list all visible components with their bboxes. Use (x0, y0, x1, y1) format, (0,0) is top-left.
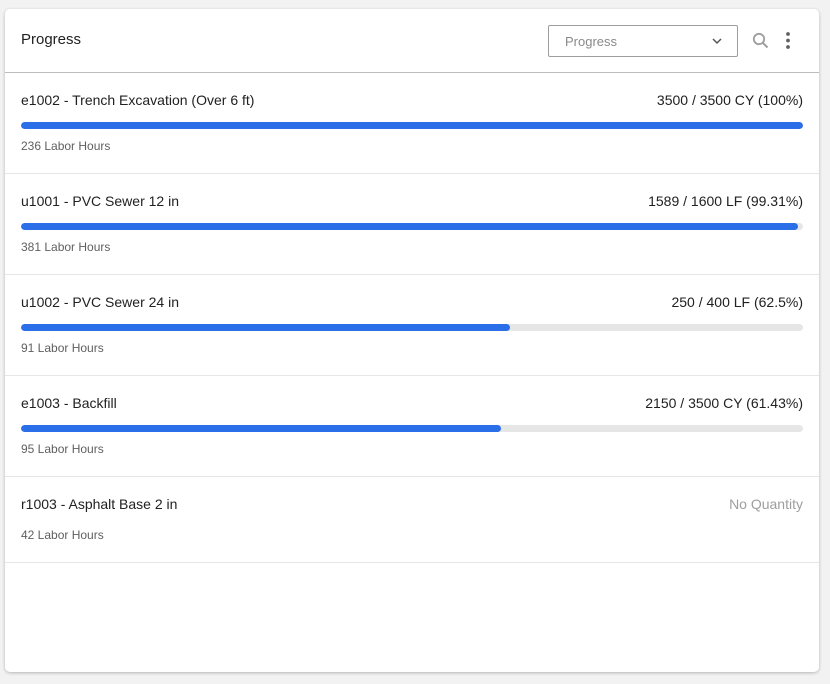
item-labor-hours: 381 Labor Hours (21, 240, 111, 254)
card-header: Progress Progress (5, 9, 819, 73)
item-quantity: 3500 / 3500 CY (100%) (656, 92, 803, 108)
progress-bar (21, 324, 803, 331)
item-labor-hours: 236 Labor Hours (21, 139, 111, 153)
progress-list: e1002 - Trench Excavation (Over 6 ft) 350… (5, 73, 819, 563)
list-item[interactable]: r1003 - Asphalt Base 2 in No Quantity 42 L… (5, 477, 819, 563)
chevron-down-icon (712, 38, 722, 45)
item-quantity: 1589 / 1600 LF (99.31%) (648, 193, 803, 209)
progress-bar (21, 425, 803, 432)
item-name: e1002 - Trench Excavation (Over 6 ft) (21, 92, 255, 108)
progress-bar (21, 223, 803, 230)
list-item[interactable]: e1002 - Trench Excavation (Over 6 ft) 350… (5, 73, 819, 174)
view-select[interactable]: Progress (548, 25, 738, 57)
progress-bar-fill (21, 425, 502, 432)
item-name: u1001 - PVC Sewer 12 in (21, 193, 179, 209)
item-name: r1003 - Asphalt Base 2 in (21, 496, 178, 512)
item-quantity: No Quantity (729, 496, 803, 512)
more-vert-icon[interactable] (778, 31, 798, 51)
item-labor-hours: 42 Labor Hours (21, 528, 104, 542)
list-item[interactable]: u1002 - PVC Sewer 24 in 250 / 400 LF (62.… (5, 275, 819, 376)
search-icon[interactable] (751, 31, 771, 51)
view-select-value: Progress (565, 34, 618, 49)
item-name: e1003 - Backfill (21, 395, 117, 411)
progress-bar-fill (21, 122, 803, 129)
progress-bar (21, 122, 803, 129)
item-labor-hours: 95 Labor Hours (21, 442, 104, 456)
progress-bar-fill (21, 223, 798, 230)
progress-bar-fill (21, 324, 510, 331)
item-quantity: 2150 / 3500 CY (61.43%) (645, 395, 803, 411)
progress-card: Progress Progress e1002 - Trench Excavat… (5, 9, 819, 672)
item-quantity: 250 / 400 LF (62.5%) (671, 294, 803, 310)
item-name: u1002 - PVC Sewer 24 in (21, 294, 179, 310)
list-item[interactable]: u1001 - PVC Sewer 12 in 1589 / 1600 LF (9… (5, 174, 819, 275)
list-item[interactable]: e1003 - Backfill 2150 / 3500 CY (61.43%) 9… (5, 376, 819, 477)
item-labor-hours: 91 Labor Hours (21, 341, 104, 355)
card-title: Progress (21, 31, 82, 48)
